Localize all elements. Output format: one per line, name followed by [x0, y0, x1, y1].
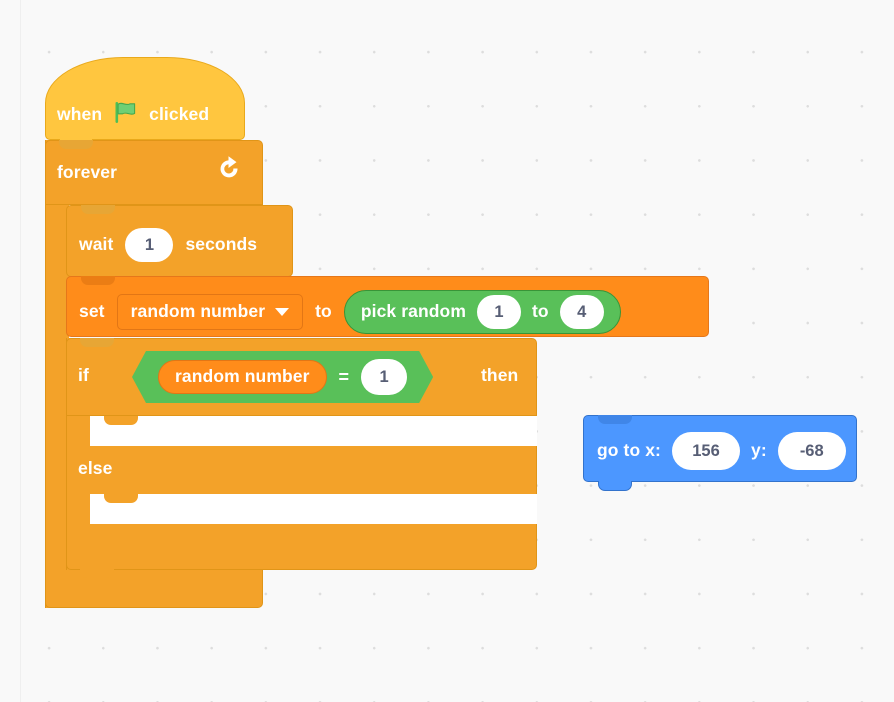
- block-set-variable[interactable]: set random number to pick random 1 to 4: [66, 276, 709, 337]
- block-if-else[interactable]: if random number = 1 then else: [66, 338, 537, 578]
- if-top-notch: [80, 338, 114, 347]
- else-label: else: [78, 458, 113, 478]
- else-branch-slot[interactable]: [90, 494, 537, 524]
- clicked-label: clicked: [149, 104, 210, 125]
- set-to-label: to: [315, 301, 332, 322]
- variable-dropdown[interactable]: random number: [116, 294, 304, 330]
- goto-y-input[interactable]: -68: [777, 432, 846, 470]
- block-go-to-xy[interactable]: go to x: 156 y: -68: [583, 415, 857, 491]
- set-label: set: [79, 301, 105, 322]
- else-header: [66, 446, 537, 494]
- goto-bottom-bump: [598, 481, 632, 491]
- forever-label: forever: [57, 162, 118, 182]
- variable-reporter-random-number[interactable]: random number: [158, 360, 327, 394]
- forever-top-notch: [59, 140, 93, 149]
- block-when-flag-clicked[interactable]: when clicked: [45, 57, 245, 150]
- pick-random-label: pick random: [360, 301, 466, 322]
- hat-block-content: when clicked: [57, 100, 209, 130]
- goto-x-label: go to x:: [597, 440, 661, 461]
- goto-y-label: y:: [750, 440, 767, 461]
- equals-sign-label: =: [338, 367, 350, 387]
- wait-block-content: wait 1 seconds: [79, 228, 257, 262]
- pick-random-to-input[interactable]: 4: [559, 295, 604, 329]
- seconds-label: seconds: [185, 234, 258, 255]
- chevron-down-icon: [275, 308, 290, 316]
- block-wait-seconds[interactable]: wait 1 seconds: [66, 205, 293, 277]
- then-label: then: [481, 365, 519, 385]
- set-top-notch: [81, 276, 115, 285]
- goto-block-content: go to x: 156 y: -68: [597, 432, 846, 470]
- green-flag-icon: [113, 100, 138, 130]
- goto-top-notch: [598, 415, 632, 424]
- equals-right-input[interactable]: 1: [361, 359, 407, 395]
- wait-label: wait: [79, 234, 114, 255]
- block-equals-operator[interactable]: random number = 1: [132, 351, 433, 403]
- if-footer-bump: [80, 569, 114, 578]
- wait-top-notch: [81, 205, 115, 214]
- loop-arrow-icon: [215, 153, 243, 184]
- if-branch-slot[interactable]: [90, 416, 537, 446]
- when-label: when: [57, 104, 103, 125]
- blocks-workspace[interactable]: when clicked forever wait 1 seconds set …: [0, 0, 894, 702]
- variable-reporter-label: random number: [175, 366, 310, 387]
- pick-random-from-input[interactable]: 1: [476, 295, 521, 329]
- if-branch-slot-bump: [104, 416, 138, 425]
- wait-duration-input[interactable]: 1: [125, 228, 174, 262]
- block-pick-random[interactable]: pick random 1 to 4: [343, 290, 621, 334]
- else-branch-slot-bump: [104, 494, 138, 503]
- goto-x-input[interactable]: 156: [671, 432, 740, 470]
- palette-divider: [20, 0, 21, 702]
- if-label: if: [78, 365, 89, 385]
- set-block-content: set random number to pick random 1 to 4: [79, 290, 621, 334]
- if-footer: [66, 524, 537, 570]
- pick-random-to-label: to: [531, 301, 549, 322]
- variable-name-label: random number: [130, 301, 266, 322]
